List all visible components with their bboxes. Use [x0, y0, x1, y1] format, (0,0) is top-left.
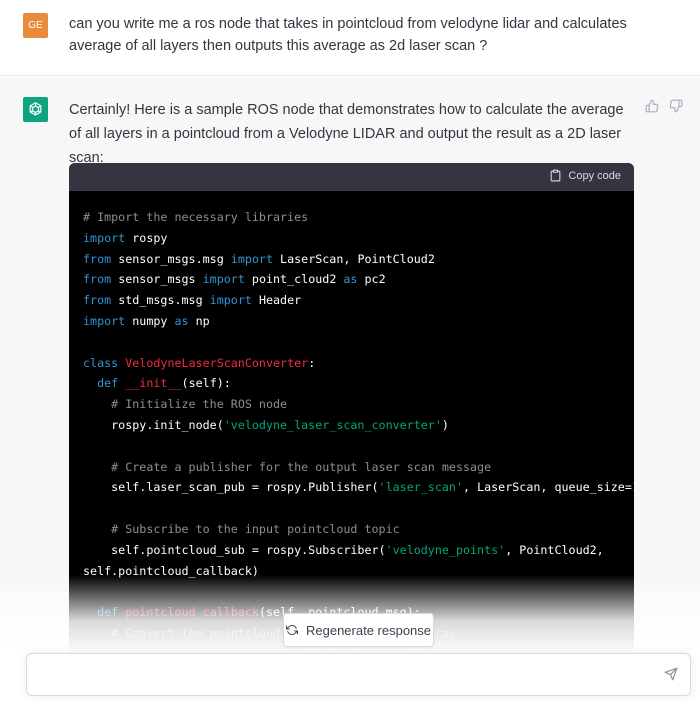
code-token: 'laser_scan' — [378, 480, 463, 495]
code-line: # Import the necessary libraries — [83, 207, 620, 228]
code-token: pc2 — [357, 272, 386, 287]
user-message-row: GE can you write me a ros node that take… — [0, 0, 700, 76]
code-line: from sensor_msgs import point_cloud2 as … — [83, 269, 620, 290]
user-message-text: can you write me a ros node that takes i… — [69, 16, 627, 54]
code-token: # Import the necessary libraries — [83, 210, 309, 224]
copy-code-label: Copy code — [568, 169, 621, 182]
code-line: from std_msgs.msg import Header — [83, 290, 620, 311]
code-line: # Subscribe to the input pointcloud topi… — [83, 519, 620, 540]
code-line: def __init__(self): — [83, 373, 620, 394]
code-token: import — [83, 313, 126, 328]
code-token: # Initialize the ROS node — [111, 397, 288, 412]
code-line: # Create a publisher for the output lase… — [83, 457, 620, 478]
code-block-header: Copy code — [69, 163, 634, 191]
code-token: 'velodyne_laser_scan_converter' — [223, 417, 442, 432]
code-token: sensor_msgs — [111, 272, 203, 287]
code-token: ) — [441, 417, 449, 432]
code-line: from sensor_msgs.msg import LaserScan, P… — [83, 249, 620, 270]
code-line: class VelodyneLaserScanConverter: — [83, 353, 620, 374]
code-token: Header — [251, 293, 302, 308]
code-token: from — [83, 251, 112, 266]
code-token: VelodyneLaserScanConverter — [125, 355, 309, 370]
code-token: self.pointcloud_sub = rospy.Subscriber( — [83, 542, 386, 557]
thumbs-up-icon — [645, 99, 659, 113]
code-token: import — [230, 251, 274, 266]
regenerate-response-label: Regenerate response — [305, 622, 432, 638]
code-line: # Initialize the ROS node — [83, 394, 620, 415]
code-line: import rospy — [83, 228, 620, 249]
code-token: def — [97, 376, 119, 391]
code-token: self.laser_scan_pub = rospy.Publisher( — [83, 480, 379, 495]
code-token: 'velodyne_points' — [385, 542, 506, 557]
send-button[interactable] — [664, 667, 680, 683]
code-token: , PointCloud2, — [505, 542, 604, 557]
code-token: 1 — [632, 480, 634, 494]
thumbs-down-icon — [669, 99, 683, 113]
code-token: as — [343, 272, 358, 287]
user-avatar: GE — [23, 13, 48, 38]
code-token: from — [83, 293, 112, 308]
code-token: : — [308, 355, 316, 370]
regenerate-response-button[interactable]: Regenerate response — [283, 613, 434, 647]
code-token: as — [174, 313, 189, 328]
send-icon — [664, 667, 678, 681]
code-line: import numpy as np — [83, 311, 620, 332]
code-line: self.laser_scan_pub = rospy.Publisher('l… — [83, 477, 634, 498]
code-token: # Subscribe to the input pointcloud topi… — [111, 521, 400, 536]
code-token: std_msgs.msg — [111, 293, 210, 308]
clipboard-icon — [551, 169, 561, 182]
refresh-icon — [285, 625, 298, 635]
code-line: self.pointcloud_sub = rospy.Subscriber('… — [83, 540, 620, 561]
code-token: import — [83, 230, 126, 245]
thumbs-down-button[interactable] — [669, 99, 683, 113]
thumbs-up-button[interactable] — [645, 99, 659, 113]
code-token: , LaserScan, queue_size= — [463, 480, 632, 495]
message-input-box — [26, 653, 691, 696]
code-token: import — [202, 272, 245, 287]
code-token: LaserScan, PointCloud2 — [273, 251, 435, 266]
code-token: numpy — [125, 313, 175, 328]
message-input[interactable] — [39, 654, 649, 695]
code-token: rospy.init_node( — [83, 417, 224, 432]
code-token: sensor_msgs.msg — [111, 251, 231, 266]
code-token: from — [83, 272, 112, 287]
assistant-intro-text: Certainly! Here is a sample ROS node tha… — [69, 102, 624, 166]
code-token: class — [83, 355, 119, 370]
code-token: import — [209, 293, 252, 308]
code-token: rospy — [125, 230, 168, 245]
code-token: (self): — [181, 376, 231, 391]
code-token: np — [188, 313, 210, 328]
code-token: # Create a publisher for the output lase… — [111, 459, 492, 474]
code-token: point_cloud2 — [244, 272, 344, 287]
code-token: __init__ — [125, 376, 182, 391]
copy-code-button[interactable]: Copy code — [549, 169, 621, 182]
code-line: rospy.init_node('velodyne_laser_scan_con… — [83, 415, 620, 436]
chatgpt-logo-icon — [23, 97, 48, 122]
